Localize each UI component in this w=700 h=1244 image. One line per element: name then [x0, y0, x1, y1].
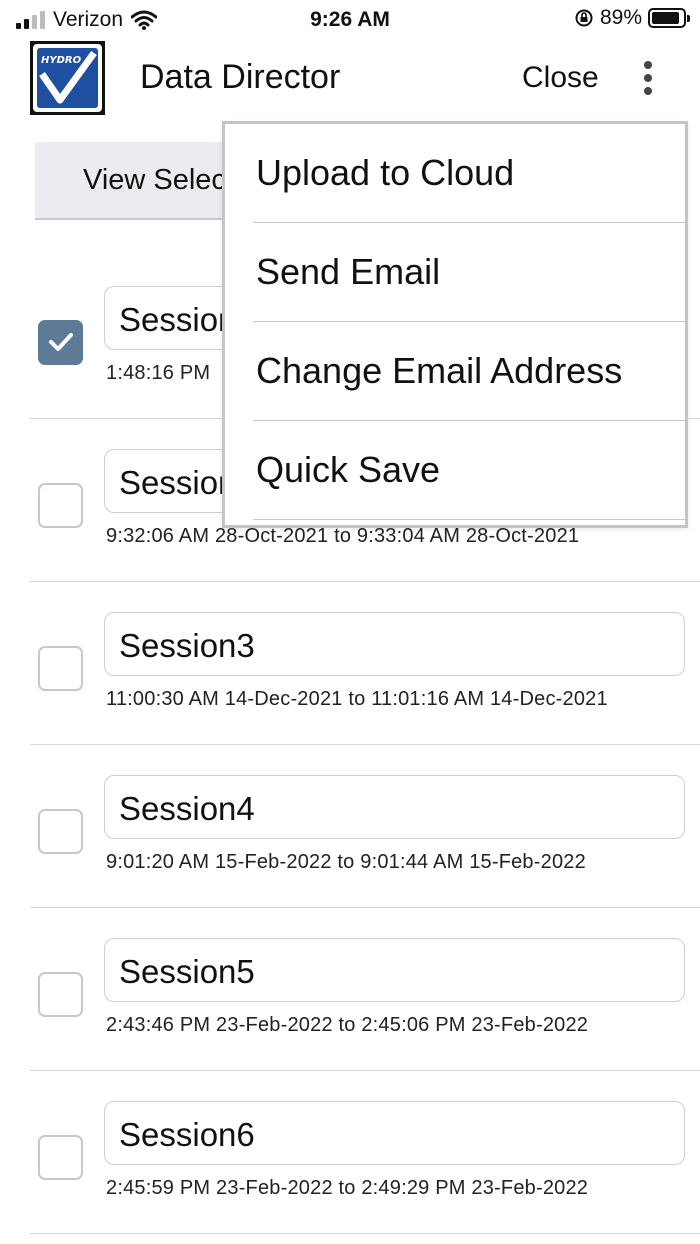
- session-time-range: 9:32:06 AM 28-Oct-2021 to 9:33:04 AM 28-…: [106, 525, 580, 547]
- status-right: 89%: [574, 6, 690, 30]
- options-menu: Upload to Cloud Send Email Change Email …: [222, 121, 688, 528]
- session-row: Session5 2:43:46 PM 23-Feb-2022 to 2:45:…: [30, 908, 700, 1071]
- close-button[interactable]: Close: [522, 61, 599, 95]
- session-time-range: 2:45:59 PM 23-Feb-2022 to 2:49:29 PM 23-…: [106, 1177, 589, 1199]
- session-time-range: 9:01:20 AM 15-Feb-2022 to 9:01:44 AM 15-…: [106, 851, 586, 873]
- more-options-icon[interactable]: [636, 58, 660, 98]
- orientation-lock-icon: [575, 9, 593, 27]
- hydro-logo: HYDRO: [30, 41, 105, 115]
- menu-item-quick-save[interactable]: Quick Save: [253, 421, 685, 520]
- session-checkbox[interactable]: [38, 972, 83, 1017]
- session-name-field[interactable]: Session5: [104, 938, 685, 1002]
- session-name-field[interactable]: Session6: [104, 1101, 685, 1165]
- menu-item-send-email[interactable]: Send Email: [253, 223, 685, 322]
- session-time-range: 11:00:30 AM 14-Dec-2021 to 11:01:16 AM 1…: [106, 688, 608, 710]
- session-checkbox[interactable]: [38, 646, 83, 691]
- session-checkbox[interactable]: [38, 483, 83, 528]
- battery-level: [652, 12, 679, 24]
- screen: Verizon 9:26 AM 89% HYDRO Data Director …: [0, 0, 700, 1244]
- session-time-range: 2:43:46 PM 23-Feb-2022 to 2:45:06 PM 23-…: [106, 1014, 589, 1036]
- status-bar: Verizon 9:26 AM 89%: [0, 0, 700, 40]
- session-time-range: 1:48:16 PM: [106, 362, 211, 384]
- menu-item-upload-to-cloud[interactable]: Upload to Cloud: [253, 124, 685, 223]
- session-row: Session6 2:45:59 PM 23-Feb-2022 to 2:49:…: [30, 1071, 700, 1234]
- session-checkbox[interactable]: [38, 809, 83, 854]
- session-checkbox[interactable]: [38, 1135, 83, 1180]
- session-name-field[interactable]: Session3: [104, 612, 685, 676]
- app-title: Data Director: [140, 58, 341, 96]
- session-checkbox[interactable]: [38, 320, 83, 365]
- session-row: Session3 11:00:30 AM 14-Dec-2021 to 11:0…: [30, 582, 700, 745]
- battery-icon: [648, 8, 690, 28]
- menu-item-change-email-address[interactable]: Change Email Address: [253, 322, 685, 421]
- session-name-field[interactable]: Session4: [104, 775, 685, 839]
- logo-text: HYDRO: [41, 55, 82, 66]
- session-row: Session4 9:01:20 AM 15-Feb-2022 to 9:01:…: [30, 745, 700, 908]
- battery-percent: 89%: [599, 6, 642, 29]
- checkmark-icon: [49, 333, 73, 351]
